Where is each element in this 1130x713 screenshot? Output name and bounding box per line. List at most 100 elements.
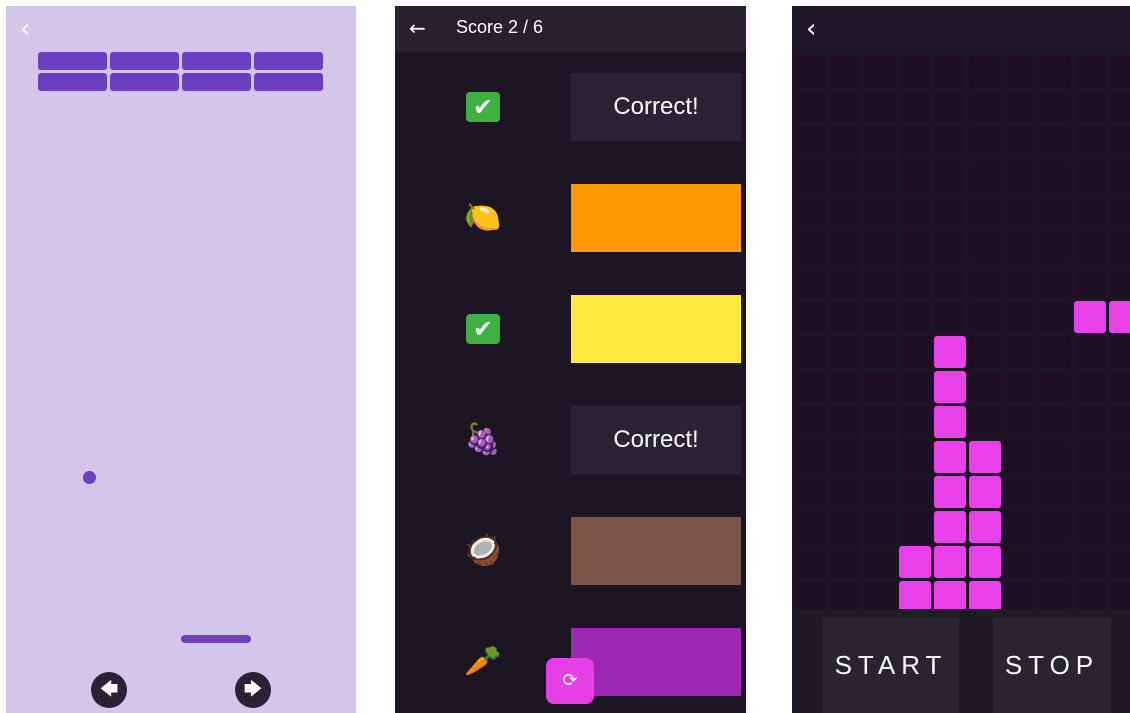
filled-block (934, 371, 966, 403)
filled-block (969, 546, 1001, 578)
move-right-button[interactable]: 🡆 (235, 672, 271, 708)
grid-cell (1004, 91, 1036, 123)
move-left-button[interactable]: 🡄 (91, 672, 127, 708)
grid-cell (934, 126, 966, 158)
check-icon[interactable]: ✔ (466, 314, 500, 344)
grid-cell (899, 196, 931, 228)
filled-block (1109, 301, 1130, 333)
grid-cell (1109, 91, 1130, 123)
lemon-icon[interactable]: 🍋 (463, 198, 503, 238)
grid-cell (1004, 546, 1036, 578)
refresh-icon: ⟳ (562, 670, 578, 691)
start-button[interactable]: START (823, 617, 959, 713)
grid-cell (1004, 161, 1036, 193)
reset-button[interactable]: ⟳ (546, 658, 594, 704)
grid-cell (1109, 126, 1130, 158)
grid-cell (899, 406, 931, 438)
back-chevron-icon[interactable]: ‹ (806, 16, 816, 42)
grid-cell (794, 56, 826, 88)
grid-cell (1074, 126, 1106, 158)
grid-cell (1109, 231, 1130, 263)
color-drop-target[interactable] (571, 184, 741, 252)
grid-cell (1039, 56, 1071, 88)
back-arrow-icon[interactable]: ← (409, 18, 426, 38)
grid-cell (1109, 406, 1130, 438)
grid-cell (1004, 126, 1036, 158)
grid-cell (794, 91, 826, 123)
quiz-header: ← Score 2 / 6 (395, 6, 746, 52)
grid-cell (864, 371, 896, 403)
brick (254, 52, 323, 70)
grid-cell (1074, 161, 1106, 193)
brick (254, 73, 323, 91)
grid-cell (864, 301, 896, 333)
grid-cell (934, 266, 966, 298)
score-label: Score 2 / 6 (456, 17, 544, 37)
check-icon[interactable]: ✔ (466, 92, 500, 122)
grid-cell (969, 336, 1001, 368)
grid-cell (864, 511, 896, 543)
grid-cell (1109, 441, 1130, 473)
grid-cell (899, 336, 931, 368)
grid-cell (1109, 371, 1130, 403)
correct-slot[interactable]: Correct! (571, 73, 741, 141)
grid-cell (969, 126, 1001, 158)
grid-cell (1074, 56, 1106, 88)
grid-cell (864, 441, 896, 473)
grid-cell (1039, 196, 1071, 228)
color-drop-target[interactable] (571, 295, 741, 363)
grid-cell (829, 301, 861, 333)
grid-cell (794, 511, 826, 543)
grid-cell (934, 56, 966, 88)
grid-cell (899, 441, 931, 473)
grid-cell (1004, 406, 1036, 438)
grid-cell (969, 266, 1001, 298)
grid-cell (899, 266, 931, 298)
grid-cell (969, 196, 1001, 228)
grid-cell (794, 266, 826, 298)
grid-cell (794, 336, 826, 368)
grapes-icon[interactable]: 🍇 (463, 420, 503, 460)
grid-cell (864, 196, 896, 228)
grid-cell (1074, 546, 1106, 578)
arrow-left-icon: 🡄 (99, 679, 119, 700)
correct-slot[interactable]: Correct! (571, 406, 741, 474)
stop-button[interactable]: STOP (993, 617, 1111, 713)
grid-cell (899, 231, 931, 263)
color-drop-target[interactable] (571, 628, 741, 696)
grid-cell (1074, 406, 1106, 438)
color-drop-target[interactable] (571, 517, 741, 585)
ball (83, 471, 96, 484)
grid-cell (1039, 91, 1071, 123)
grid-cell (1074, 371, 1106, 403)
filled-block (969, 441, 1001, 473)
grid-cell (794, 441, 826, 473)
carrot-icon[interactable]: 🥕 (463, 642, 503, 682)
grid-cell (1039, 511, 1071, 543)
paddle[interactable] (181, 635, 251, 643)
grid-cell (829, 336, 861, 368)
grid-cell (829, 126, 861, 158)
brick (182, 52, 251, 70)
grid-cell (1074, 91, 1106, 123)
grid-cell (829, 231, 861, 263)
grid-cell (934, 91, 966, 123)
grid-cell (969, 371, 1001, 403)
coconut-icon[interactable]: 🥥 (463, 531, 503, 571)
filled-block (934, 406, 966, 438)
grid-cell (1109, 196, 1130, 228)
grid-cell (1039, 301, 1071, 333)
grid-cell (864, 231, 896, 263)
grid-cell (794, 406, 826, 438)
grid-cell (934, 196, 966, 228)
grid-cell (864, 56, 896, 88)
grid-cell (1039, 336, 1071, 368)
block-grid (792, 54, 1130, 613)
brick (110, 52, 179, 70)
back-chevron-icon[interactable]: ‹ (20, 16, 46, 42)
grid-cell (1109, 511, 1130, 543)
grid-cell (969, 161, 1001, 193)
grid-cell (1004, 511, 1036, 543)
grid-cell (899, 161, 931, 193)
arrow-right-icon: 🡆 (243, 679, 263, 700)
